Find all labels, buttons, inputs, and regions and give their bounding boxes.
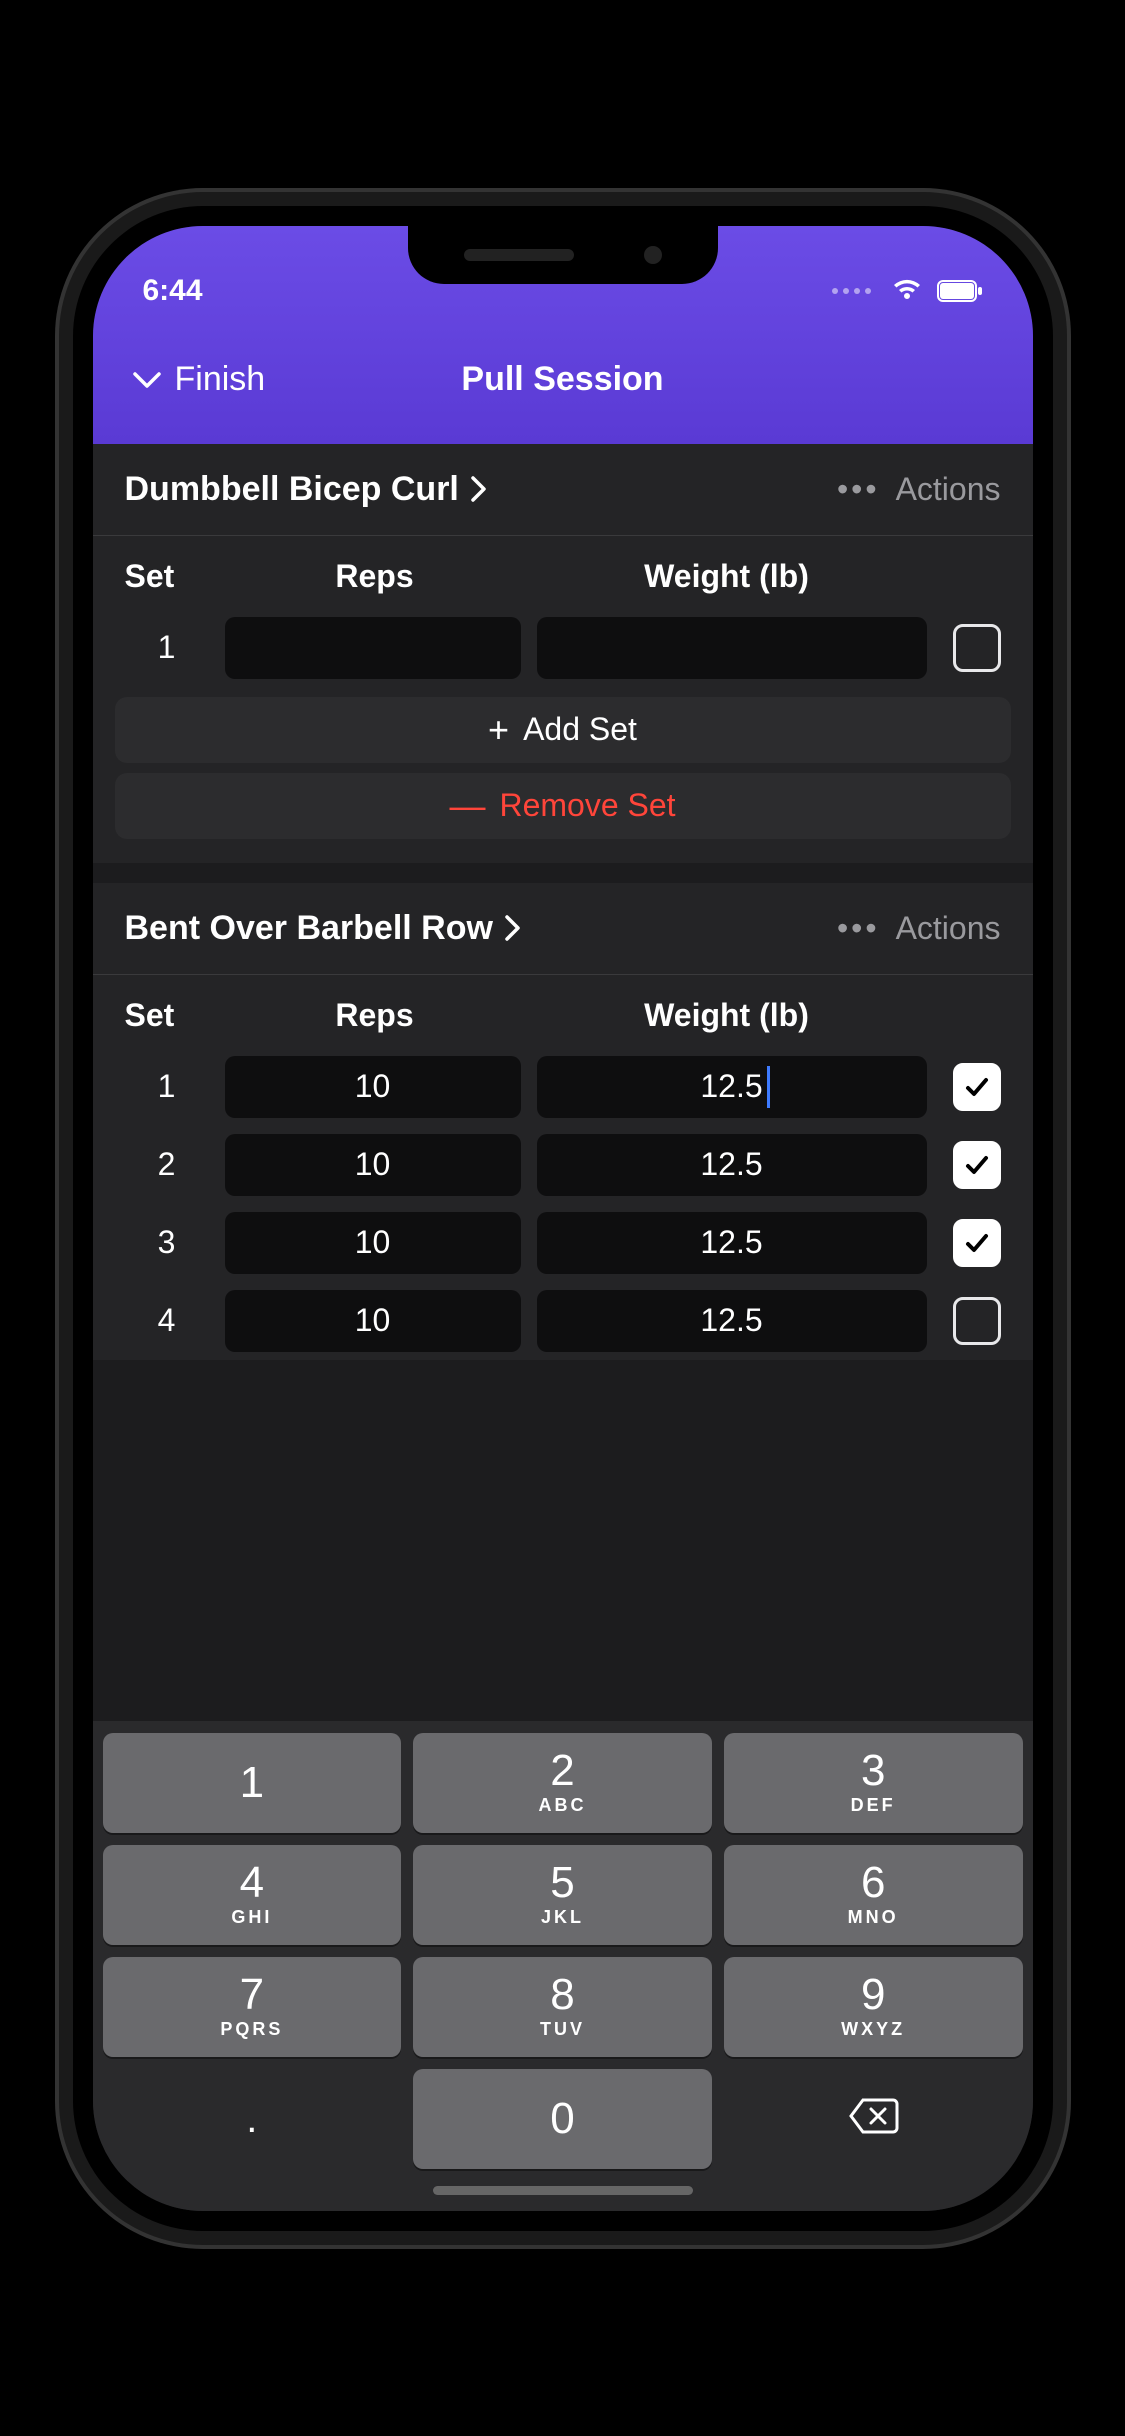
weight-input[interactable]: 12.5 (537, 1056, 927, 1118)
set-number: 1 (125, 1068, 209, 1105)
set-number: 2 (125, 1146, 209, 1183)
wifi-icon (891, 279, 923, 303)
set-row: 4 10 12.5 (93, 1282, 1033, 1360)
set-number: 3 (125, 1224, 209, 1261)
weight-input[interactable] (537, 617, 927, 679)
key-digit: 4 (240, 1861, 264, 1905)
key-letters: PQRS (220, 2019, 283, 2040)
exercise-name: Dumbbell Bicep Curl (125, 470, 459, 509)
table-header: Set Reps Weight (lb) (93, 975, 1033, 1048)
set-row: 2 10 12.5 (93, 1126, 1033, 1204)
exercise-card: Dumbbell Bicep Curl ••• Actions Set Reps… (93, 444, 1033, 863)
key-letters: DEF (851, 1795, 896, 1816)
key-letters: JKL (541, 1907, 584, 1928)
exercise-title[interactable]: Dumbbell Bicep Curl (125, 470, 487, 509)
reps-input[interactable]: 10 (225, 1056, 521, 1118)
col-weight: Weight (lb) (525, 558, 929, 595)
actions-label: Actions (896, 471, 1001, 508)
set-complete-checkbox[interactable] (953, 1063, 1001, 1111)
chevron-down-icon (133, 370, 161, 390)
key-letters: ABC (539, 1795, 587, 1816)
key-letters: MNO (848, 1907, 899, 1928)
add-set-button[interactable]: + Add Set (115, 697, 1011, 763)
exercise-name: Bent Over Barbell Row (125, 909, 493, 948)
set-number: 4 (125, 1302, 209, 1339)
decimal-key[interactable]: . (103, 2069, 402, 2169)
key-digit: 7 (240, 1973, 264, 2017)
reps-input[interactable]: 10 (225, 1134, 521, 1196)
exercise-card: Bent Over Barbell Row ••• Actions Set Re… (93, 883, 1033, 1360)
key-digit: 8 (550, 1973, 574, 2017)
add-set-label: Add Set (523, 711, 637, 748)
phone-frame: 6:44 (73, 206, 1053, 2231)
status-icons (832, 279, 983, 303)
set-number: 1 (125, 629, 209, 666)
set-complete-checkbox[interactable] (953, 1297, 1001, 1345)
reps-input[interactable] (225, 617, 521, 679)
set-row: 3 10 12.5 (93, 1204, 1033, 1282)
digit-key-3[interactable]: 3DEF (724, 1733, 1023, 1833)
digit-key-7[interactable]: 7PQRS (103, 1957, 402, 2057)
actions-button[interactable]: ••• Actions (837, 471, 1001, 508)
chevron-right-icon (503, 914, 521, 942)
chevron-right-icon (469, 475, 487, 503)
key-digit: 9 (861, 1973, 885, 2017)
finish-label: Finish (175, 360, 266, 399)
exercise-title[interactable]: Bent Over Barbell Row (125, 909, 521, 948)
digit-key-6[interactable]: 6MNO (724, 1845, 1023, 1945)
col-set: Set (125, 997, 225, 1034)
home-indicator[interactable] (433, 2186, 693, 2195)
table-header: Set Reps Weight (lb) (93, 536, 1033, 609)
reps-input[interactable]: 10 (225, 1290, 521, 1352)
plus-icon: + (488, 709, 509, 751)
digit-key-8[interactable]: 8TUV (413, 1957, 712, 2057)
col-weight: Weight (lb) (525, 997, 929, 1034)
key-letters: GHI (231, 1907, 272, 1928)
key-digit: 3 (861, 1749, 885, 1793)
col-set: Set (125, 558, 225, 595)
col-reps: Reps (225, 997, 525, 1034)
set-complete-checkbox[interactable] (953, 1141, 1001, 1189)
weight-input[interactable]: 12.5 (537, 1212, 927, 1274)
key-digit: 2 (550, 1749, 574, 1793)
battery-icon (937, 280, 983, 302)
key-digit: . (246, 2099, 257, 2139)
key-letters: WXYZ (841, 2019, 905, 2040)
weight-input[interactable]: 12.5 (537, 1134, 927, 1196)
key-digit: 6 (861, 1861, 885, 1905)
key-digit: 1 (240, 1761, 264, 1805)
set-complete-checkbox[interactable] (953, 624, 1001, 672)
backspace-key[interactable] (724, 2069, 1023, 2169)
remove-set-label: Remove Set (499, 787, 675, 824)
set-complete-checkbox[interactable] (953, 1219, 1001, 1267)
remove-set-button[interactable]: — Remove Set (115, 773, 1011, 839)
numeric-keypad: 12ABC3DEF4GHI5JKL6MNO7PQRS8TUV9WXYZ.0 (93, 1721, 1033, 2211)
notch (408, 226, 718, 284)
col-reps: Reps (225, 558, 525, 595)
key-digit: 5 (550, 1861, 574, 1905)
minus-icon: — (449, 785, 485, 827)
digit-key-9[interactable]: 9WXYZ (724, 1957, 1023, 2057)
actions-button[interactable]: ••• Actions (837, 910, 1001, 947)
set-row: 1 (93, 609, 1033, 687)
digit-key-0[interactable]: 0 (413, 2069, 712, 2169)
digit-key-2[interactable]: 2ABC (413, 1733, 712, 1833)
weight-input[interactable]: 12.5 (537, 1290, 927, 1352)
digit-key-1[interactable]: 1 (103, 1733, 402, 1833)
finish-button[interactable]: Finish (133, 360, 266, 399)
backspace-icon (847, 2096, 899, 2141)
digit-key-4[interactable]: 4GHI (103, 1845, 402, 1945)
key-digit: 0 (550, 2097, 574, 2141)
actions-label: Actions (896, 910, 1001, 947)
key-letters: TUV (540, 2019, 585, 2040)
status-time: 6:44 (143, 274, 203, 308)
set-row: 1 10 12.5 (93, 1048, 1033, 1126)
ellipsis-icon: ••• (837, 910, 880, 947)
ellipsis-icon: ••• (837, 471, 880, 508)
digit-key-5[interactable]: 5JKL (413, 1845, 712, 1945)
reps-input[interactable]: 10 (225, 1212, 521, 1274)
